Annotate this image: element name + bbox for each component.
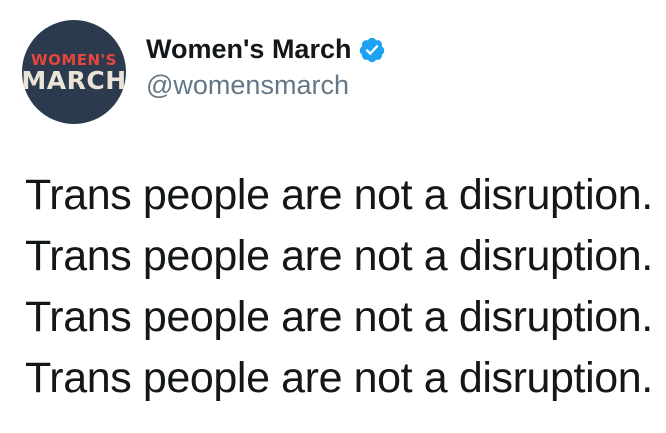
verified-badge-icon (358, 36, 386, 64)
tweet-text: Trans people are not a disruption. Trans… (25, 165, 655, 409)
avatar-logo-line2: MARCH (22, 66, 126, 95)
author-handle[interactable]: @womensmarch (146, 68, 386, 102)
tweet-header: WOMEN'S MARCH Women's March @womensmarch (22, 20, 386, 126)
tweet-text-line: Trans people are not a disruption. (25, 354, 653, 402)
author-identity: Women's March @womensmarch (146, 32, 386, 102)
tweet-text-line: Trans people are not a disruption. (25, 171, 653, 219)
tweet-text-line: Trans people are not a disruption. (25, 232, 653, 280)
avatar[interactable]: WOMEN'S MARCH (22, 20, 126, 124)
name-row: Women's March (146, 32, 386, 66)
tweet-text-line: Trans people are not a disruption. (25, 293, 653, 341)
tweet-card: WOMEN'S MARCH Women's March @womensmarch… (0, 0, 666, 433)
display-name[interactable]: Women's March (146, 33, 351, 65)
